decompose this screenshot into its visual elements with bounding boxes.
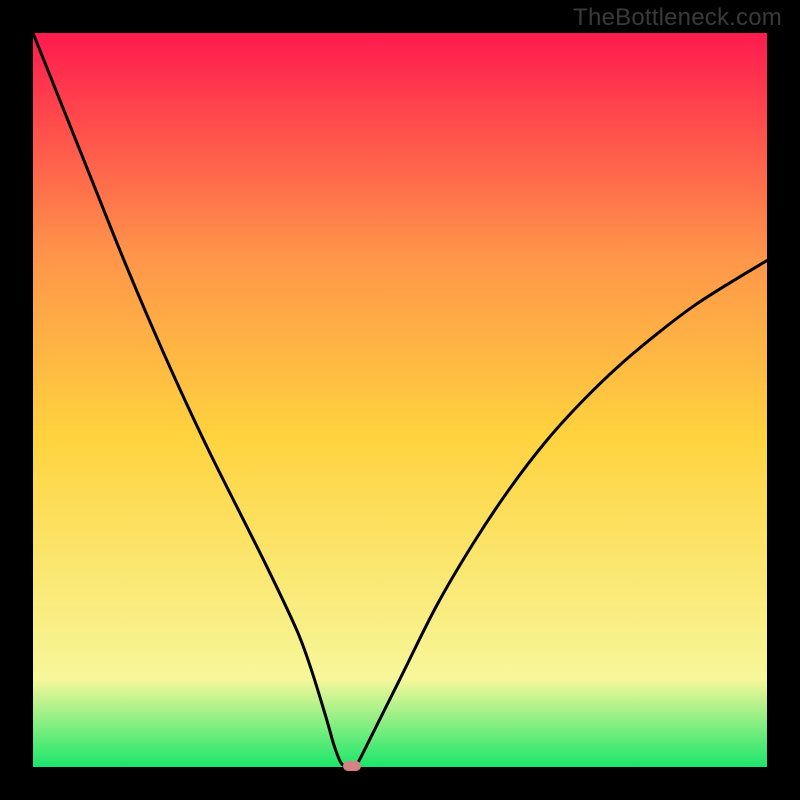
current-point-marker [343,761,361,771]
chart-frame: TheBottleneck.com [0,0,800,800]
chart-svg [33,33,767,767]
chart-background [33,33,767,767]
watermark-text: TheBottleneck.com [573,4,782,32]
plot-area [33,33,767,767]
